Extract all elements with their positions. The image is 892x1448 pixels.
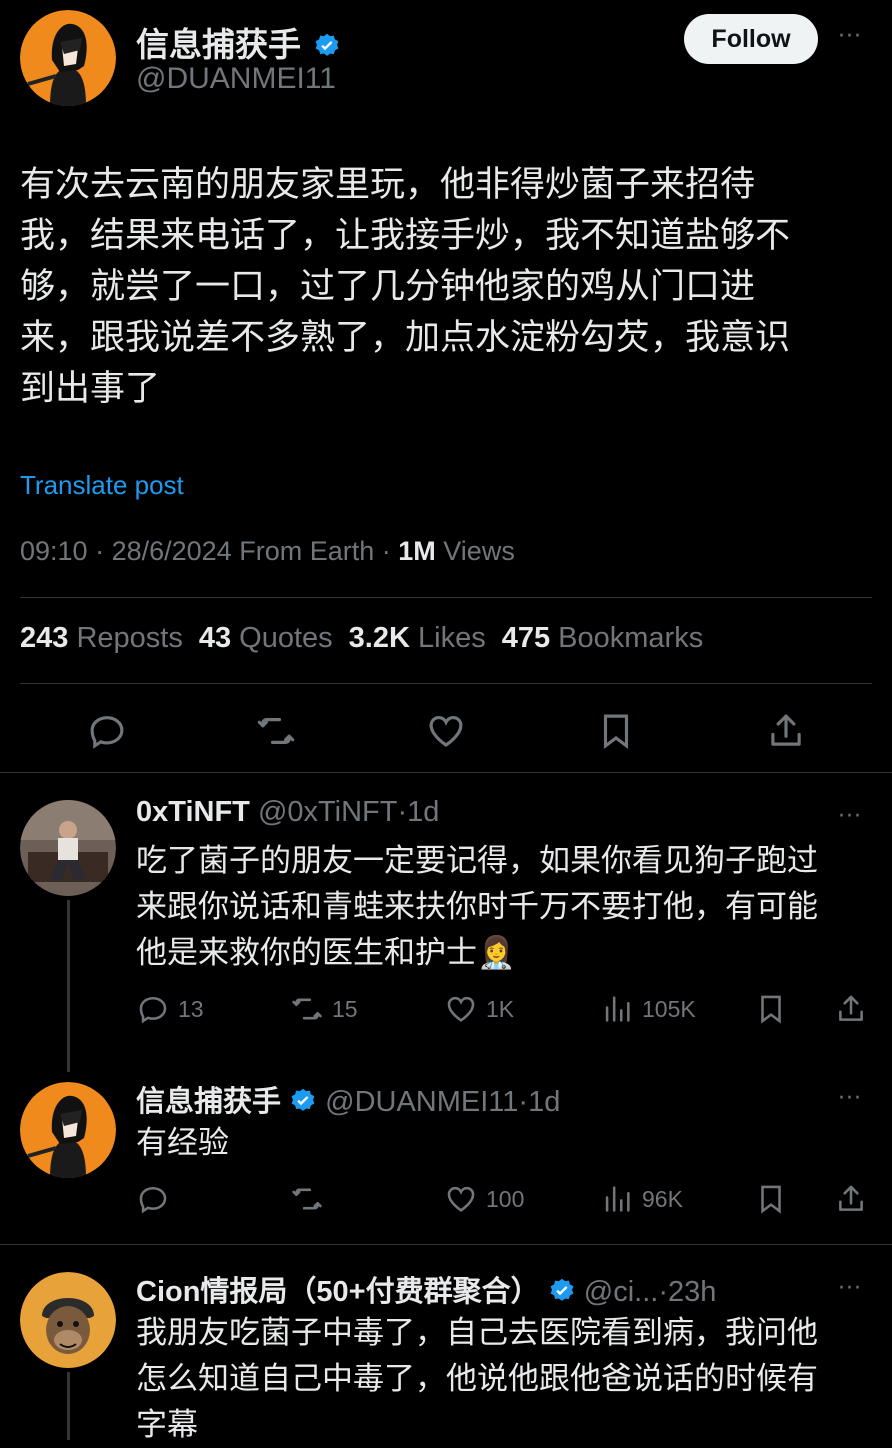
- post-meta: 09:10 · 28/6/2024 From Earth · 1M Views: [20, 536, 515, 566]
- reply-text-line: 字幕: [136, 1407, 198, 1443]
- likes-stat[interactable]: 3.2K Likes: [349, 622, 486, 654]
- share-icon: [839, 1185, 863, 1211]
- views-label: Views: [443, 536, 515, 566]
- thread-line: [67, 900, 70, 1072]
- reply-age[interactable]: 23h: [668, 1276, 716, 1308]
- reply-reply-button[interactable]: [136, 1182, 170, 1216]
- divider: [0, 1244, 892, 1245]
- reply-like-button[interactable]: 1K: [444, 992, 514, 1026]
- bookmarks-stat[interactable]: 475 Bookmarks: [502, 622, 704, 654]
- views-count: 96K: [642, 1185, 683, 1212]
- reply-icon: [139, 1186, 167, 1214]
- reply-more-icon[interactable]: ···: [838, 1276, 862, 1301]
- reply-count: 13: [178, 995, 204, 1022]
- reply-text-line: 吃了菌子的朋友一定要记得，如果你看见狗子跑过: [136, 843, 818, 879]
- quotes-stat[interactable]: 43 Quotes: [199, 622, 333, 654]
- reply-views-button[interactable]: 105K: [600, 992, 696, 1026]
- reply-share-button[interactable]: [834, 1182, 868, 1216]
- repost-icon: [257, 718, 295, 744]
- heart-icon: [447, 996, 475, 1022]
- reply-avatar[interactable]: [20, 1272, 116, 1368]
- share-icon: [771, 714, 801, 746]
- views-count: 1M: [398, 536, 436, 566]
- post-time: 09:10: [20, 536, 88, 566]
- reply-avatar[interactable]: [20, 800, 116, 896]
- reposts-stat[interactable]: 243 Reposts: [20, 622, 183, 654]
- reply-more-icon[interactable]: ···: [838, 1086, 862, 1111]
- reply-text: 我朋友吃菌子中毒了，自己去医院看到病，我问他 怎么知道自己中毒了，他说他跟他爸说…: [136, 1310, 876, 1448]
- repost-icon: [292, 1188, 322, 1210]
- reply-icon: [139, 996, 167, 1024]
- divider: [20, 683, 872, 684]
- reply-avatar[interactable]: [20, 1082, 116, 1178]
- reply-bookmark-button[interactable]: [754, 992, 788, 1026]
- author-name[interactable]: 信息捕获手: [136, 25, 301, 64]
- reply-text-line: 来跟你说话和青蛙来扶你时千万不要打他，有可能: [136, 889, 818, 925]
- divider: [20, 597, 872, 598]
- reply-text: 吃了菌子的朋友一定要记得，如果你看见狗子跑过 来跟你说话和青蛙来扶你时千万不要打…: [136, 838, 876, 976]
- thread-line: [67, 1372, 70, 1440]
- bookmark-icon: [603, 714, 629, 750]
- post-text-line: 够，就尝了一口，过了几分钟他家的鸡从门口进: [20, 267, 756, 307]
- post-text-line: 来，跟我说差不多熟了，加点水淀粉勾芡，我意识: [20, 318, 791, 358]
- post-text-line: 我，结果来电话了，让我接手炒，我不知道盐够不: [20, 216, 791, 256]
- reply-more-icon[interactable]: ···: [838, 804, 862, 829]
- divider: [0, 772, 892, 773]
- reply-reply-button[interactable]: 13: [136, 992, 204, 1026]
- reply-text-line: 他是来救你的医生和护士: [136, 935, 477, 971]
- reply-share-button[interactable]: [834, 992, 868, 1026]
- reply-author-handle[interactable]: @DUANMEI11: [325, 1086, 518, 1118]
- reply-author-name[interactable]: 0xTiNFT: [136, 796, 250, 828]
- reply-text-line: 怎么知道自己中毒了，他说他跟他爸说话的时候有: [136, 1361, 818, 1397]
- bookmark-icon: [761, 995, 781, 1024]
- repost-button[interactable]: [255, 710, 297, 756]
- reply-text-line: 有经验: [136, 1125, 229, 1161]
- reply-button[interactable]: [86, 710, 128, 756]
- share-icon: [839, 995, 863, 1021]
- verified-badge-icon: [313, 25, 341, 64]
- reply-bookmark-button[interactable]: [754, 1182, 788, 1216]
- share-button[interactable]: [765, 710, 807, 756]
- bookmark-icon: [761, 1185, 781, 1214]
- verified-badge-icon: [548, 1276, 576, 1308]
- health-worker-emoji: 👩‍⚕️: [477, 935, 516, 971]
- post-text-line: 到出事了: [20, 369, 161, 409]
- reply-author-name[interactable]: 信息捕获手: [136, 1086, 281, 1118]
- reply-text: 有经验: [136, 1120, 876, 1166]
- reply-like-button[interactable]: 100: [444, 1182, 524, 1216]
- reply-icon: [90, 716, 124, 749]
- post-text-line: 有次去云南的朋友家里玩，他非得炒菌子来招待: [20, 165, 756, 205]
- views-chart-icon: [605, 996, 630, 1022]
- reply-repost-button[interactable]: 15: [290, 992, 358, 1026]
- post-date: 28/6/2024: [111, 536, 232, 566]
- reply-views-button[interactable]: 96K: [600, 1182, 683, 1216]
- views-count: 105K: [642, 995, 696, 1022]
- reply-author-name[interactable]: Cion情报局（50+付费群聚合）: [136, 1276, 540, 1308]
- reply-repost-button[interactable]: [290, 1182, 324, 1216]
- reply-age[interactable]: 1d: [407, 796, 439, 828]
- post-text: 有次去云南的朋友家里玩，他非得炒菌子来招待 我，结果来电话了，让我接手炒，我不知…: [20, 160, 870, 415]
- author-handle[interactable]: @DUANMEI11: [136, 62, 336, 96]
- post-source: From Earth: [239, 536, 375, 566]
- follow-button[interactable]: Follow: [684, 14, 818, 64]
- bookmark-button[interactable]: [595, 710, 637, 756]
- like-count: 1K: [486, 995, 515, 1022]
- reply-author-handle[interactable]: @0xTiNFT: [258, 796, 398, 828]
- views-chart-icon: [605, 1186, 630, 1212]
- author-avatar[interactable]: [20, 10, 116, 106]
- heart-icon: [429, 715, 463, 747]
- more-options-icon[interactable]: ···: [838, 24, 862, 49]
- repost-icon: [292, 998, 322, 1020]
- like-button[interactable]: [425, 710, 467, 756]
- like-count: 100: [486, 1185, 525, 1212]
- reply-age[interactable]: 1d: [528, 1086, 560, 1118]
- translate-post-link[interactable]: Translate post: [20, 470, 184, 501]
- reply-author-handle[interactable]: @ci...: [584, 1276, 659, 1308]
- heart-icon: [447, 1186, 475, 1212]
- repost-count: 15: [332, 995, 358, 1022]
- reply-text-line: 我朋友吃菌子中毒了，自己去医院看到病，我问他: [136, 1315, 818, 1351]
- verified-badge-icon: [289, 1086, 317, 1118]
- post-stats: 243 Reposts 43 Quotes 3.2K Likes 475 Bookma…: [20, 622, 703, 655]
